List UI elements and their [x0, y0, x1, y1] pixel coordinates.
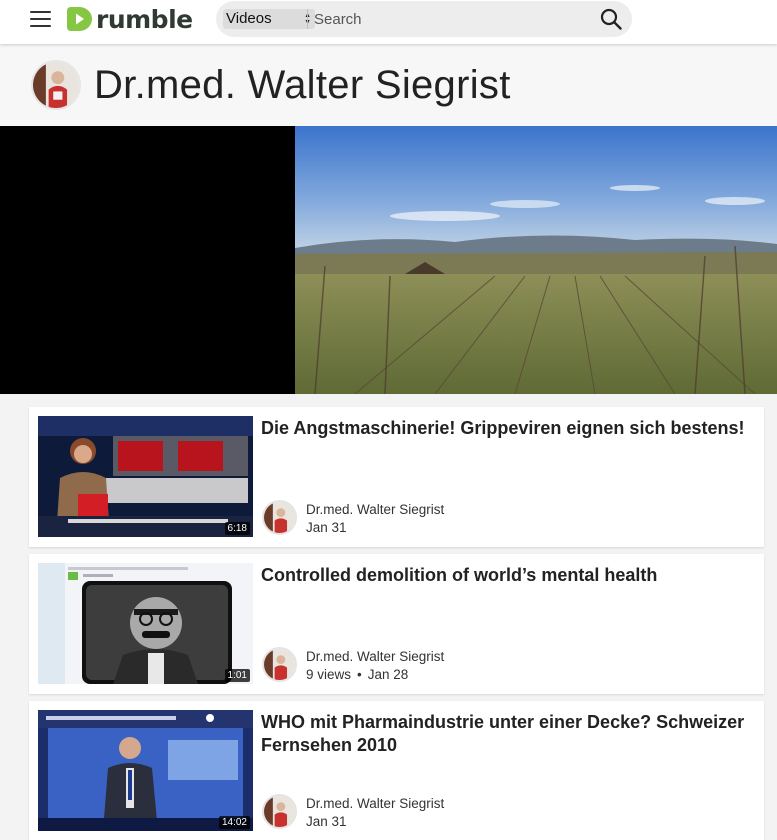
logo-text: rumble	[96, 4, 193, 34]
video-card[interactable]: 6:18 Die Angstmaschinerie! Grippeviren e…	[29, 407, 764, 547]
author-avatar[interactable]	[262, 647, 297, 682]
video-thumbnail[interactable]: 14:02	[38, 710, 253, 831]
menu-icon[interactable]	[30, 11, 51, 27]
video-date: Jan 31	[306, 814, 347, 829]
video-date: Jan 31	[306, 520, 347, 535]
author-name[interactable]: Dr.med. Walter Siegrist	[306, 648, 444, 665]
search-icon[interactable]	[600, 8, 622, 30]
search-bar: Videos ▲▼	[216, 1, 632, 37]
top-bar: rumble Videos ▲▼	[0, 0, 777, 44]
channel-banner	[0, 126, 777, 394]
author-avatar[interactable]	[262, 794, 297, 829]
video-title[interactable]: Controlled demolition of world’s mental …	[261, 564, 756, 587]
video-meta: 9 views • Jan 28	[306, 666, 408, 683]
video-title[interactable]: Die Angstmaschinerie! Grippeviren eignen…	[261, 417, 756, 440]
rumble-logo-icon	[67, 7, 92, 31]
video-meta: Jan 31	[306, 519, 347, 536]
video-thumbnail[interactable]: 1:01	[38, 563, 253, 684]
channel-title: Dr.med. Walter Siegrist	[94, 63, 511, 107]
search-scope-select[interactable]: Videos ▲▼	[223, 9, 315, 29]
video-duration: 1:01	[224, 669, 250, 682]
search-scope-value: Videos	[226, 10, 272, 27]
search-input[interactable]	[314, 6, 584, 32]
video-views: 9 views	[306, 667, 352, 682]
video-date: Jan 28	[367, 667, 409, 682]
video-card[interactable]: 14:02 WHO mit Pharmaindustrie unter eine…	[29, 701, 764, 840]
meta-separator: •	[357, 667, 362, 682]
channel-avatar[interactable]	[31, 60, 81, 110]
video-card[interactable]: 1:01 Controlled demolition of world’s me…	[29, 554, 764, 694]
video-meta: Jan 31	[306, 813, 347, 830]
author-name[interactable]: Dr.med. Walter Siegrist	[306, 795, 444, 812]
author-name[interactable]: Dr.med. Walter Siegrist	[306, 501, 444, 518]
rumble-logo[interactable]: rumble	[64, 4, 193, 34]
banner-landscape-image	[295, 126, 777, 394]
search-divider	[307, 9, 308, 29]
video-thumbnail[interactable]: 6:18	[38, 416, 253, 537]
author-avatar[interactable]	[262, 500, 297, 535]
video-duration: 6:18	[224, 522, 250, 535]
video-duration: 14:02	[218, 816, 250, 829]
channel-header: Dr.med. Walter Siegrist	[0, 44, 777, 126]
video-title[interactable]: WHO mit Pharmaindustrie unter einer Deck…	[261, 711, 756, 757]
